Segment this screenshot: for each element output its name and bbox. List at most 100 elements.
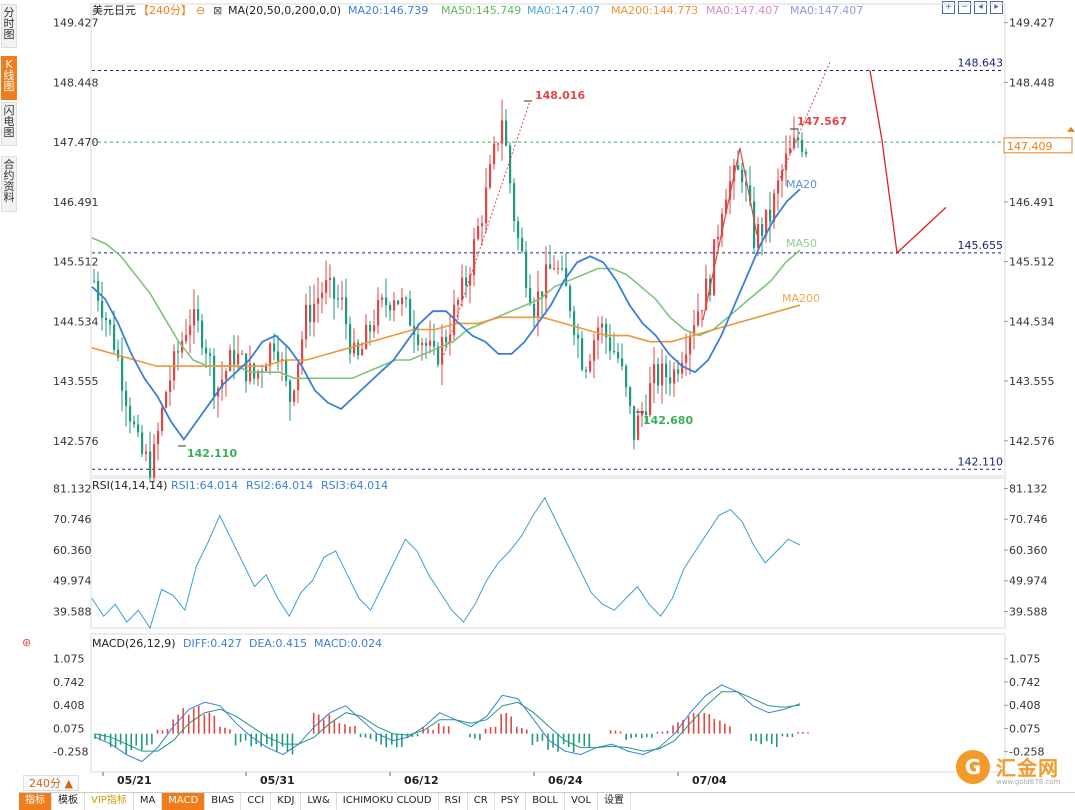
indicator-tab-0[interactable]: 指标 [19,793,52,810]
ma-end-label-2: MA200 [782,292,820,305]
candle-body [457,300,460,305]
x-tick-label-3: 06/24 [548,774,583,787]
candle-body [669,377,672,384]
candle-body [401,297,404,305]
candle-body [625,366,628,388]
candle-body [445,336,448,343]
macd-header: MACD(26,12,9) DIFF:0.427 DEA:0.415 MACD:… [22,636,382,650]
rsi-tick-left-2: 60.360 [53,544,92,557]
candle-body [197,309,200,321]
rsi-tick-left-0: 81.132 [53,482,92,495]
candle-body [233,349,236,365]
candle-body [421,342,424,346]
price-tick-right-5: 144.534 [1009,315,1055,328]
kline-chart: 美元日元 【240分】 ⊖ ⊠ MA(20,50,0,200,0,0) MA20… [22,3,1075,787]
indicator-bar: 指标 模板 VIP指标 MA MACD BIAS CCI KDJ LW& ICHIMOKU CLO… [19,792,1075,810]
indicator-tab-7[interactable]: KDJ [271,793,302,810]
settings-icon[interactable]: ⊖ [196,4,205,17]
price-level-label-2: 145.655 [958,239,1004,252]
rsi-line [91,496,801,630]
candle-body [193,309,196,326]
macd-tick-right-2: 0.408 [1009,699,1041,712]
candle-body [485,187,488,224]
indicator-tab-6[interactable]: CCI [241,793,272,810]
candle-body [769,209,772,222]
watermark-logo: G 汇金网 www.gold678.com [954,748,1066,792]
candle-body [121,357,124,391]
indicator-tab-11[interactable]: CR [468,793,495,810]
indicator-tab-14[interactable]: VOL [565,793,599,810]
macd-params-label: MACD(26,12,9) [92,637,176,650]
candle-body [665,363,668,378]
price-tick-right-4: 145.512 [1009,256,1055,269]
indicator-tab-10[interactable]: RSI [439,793,468,810]
candle-body [617,352,620,359]
candle-body [589,360,592,372]
indicator-tab-5[interactable]: BIAS [205,793,242,810]
candle-body [369,324,372,332]
candle-body [325,280,328,293]
candle-body [177,351,180,353]
candle-body [701,310,704,312]
candle-body [161,407,164,432]
indicator-tab-3[interactable]: MA [134,793,163,810]
indicator-tab-15[interactable]: 设置 [598,793,632,810]
candle-body [277,351,280,361]
macd-tick-right-3: 0.075 [1009,722,1041,735]
candle-body [393,300,396,311]
annotation-label-2: 142.680 [643,414,693,427]
indicator-tab-13[interactable]: BOLL [526,793,565,810]
indicator-tab-12[interactable]: PSY [495,793,527,810]
macd-tick-left-3: 0.075 [53,722,85,735]
candle-body [313,303,316,323]
ma-end-label-1: MA50 [786,237,817,250]
candle-body [153,444,156,478]
candle-body [361,349,364,356]
price-tick-left-2: 147.470 [53,136,99,149]
macd-settings-icon[interactable]: ⊛ [22,636,31,649]
candle-body [265,366,268,372]
candle-body [417,334,420,346]
forecast-path [869,70,947,255]
candle-body [649,383,652,416]
candle-body [461,277,464,301]
candle-body [273,343,276,352]
macd-value-0: DIFF:0.427 [183,637,242,650]
candle-body [637,415,640,440]
candle-body [109,320,112,325]
candle-body [425,342,428,346]
candle-body [189,325,192,335]
period-label: 【240分】 [138,4,192,17]
indicator-tab-4[interactable]: MACD [162,793,206,810]
candle-body [429,340,432,346]
candle-body [501,120,504,144]
candle-body [213,355,216,397]
candle-body [365,324,368,350]
indicator-tab-9[interactable]: ICHIMOKU CLOUD [337,793,439,810]
watermark-name: 汇金网 [996,756,1059,780]
indicator-icon[interactable]: ⊠ [213,4,222,17]
candle-body [601,323,604,328]
candle-body [149,451,152,478]
price-tick-left-3: 146.491 [53,196,99,209]
gold678-logo-icon: G [956,750,990,784]
indicator-tab-8[interactable]: LW& [301,793,337,810]
candle-body [613,351,616,353]
period-button[interactable]: 240分 ▲ [23,775,79,791]
candle-body [321,292,324,299]
x-tick-label-0: 05/21 [117,774,152,787]
candle-body [377,299,380,326]
annotation-label-0: 148.016 [535,89,585,102]
candle-body [509,145,512,184]
rsi-tick-right-2: 60.360 [1009,544,1048,557]
rsi-tick-right-1: 70.746 [1009,513,1048,526]
watermark-site: www.gold678.com [996,778,1061,786]
candle-body [557,268,560,270]
candle-body [549,264,552,269]
indicator-tab-2[interactable]: VIP指标 [85,793,134,810]
candle-body [293,390,296,403]
indicator-tab-1[interactable]: 模板 [52,793,85,810]
price-tick-left-5: 144.534 [53,315,99,328]
candle-body [101,300,104,318]
candle-body [581,338,584,370]
